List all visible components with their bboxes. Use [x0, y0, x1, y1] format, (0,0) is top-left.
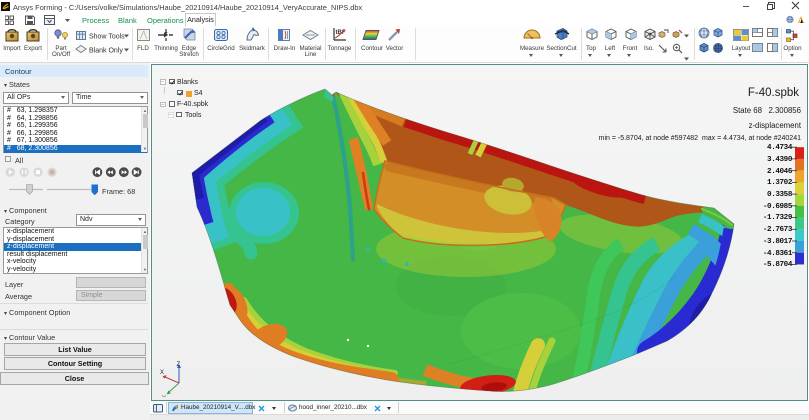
svg-text:Y: Y	[162, 396, 166, 397]
svg-text:Show Tools: Show Tools	[89, 34, 125, 41]
svg-text:X: X	[160, 370, 164, 376]
svg-text:Blank Only: Blank Only	[89, 48, 123, 55]
svg-text:Z: Z	[177, 362, 181, 368]
